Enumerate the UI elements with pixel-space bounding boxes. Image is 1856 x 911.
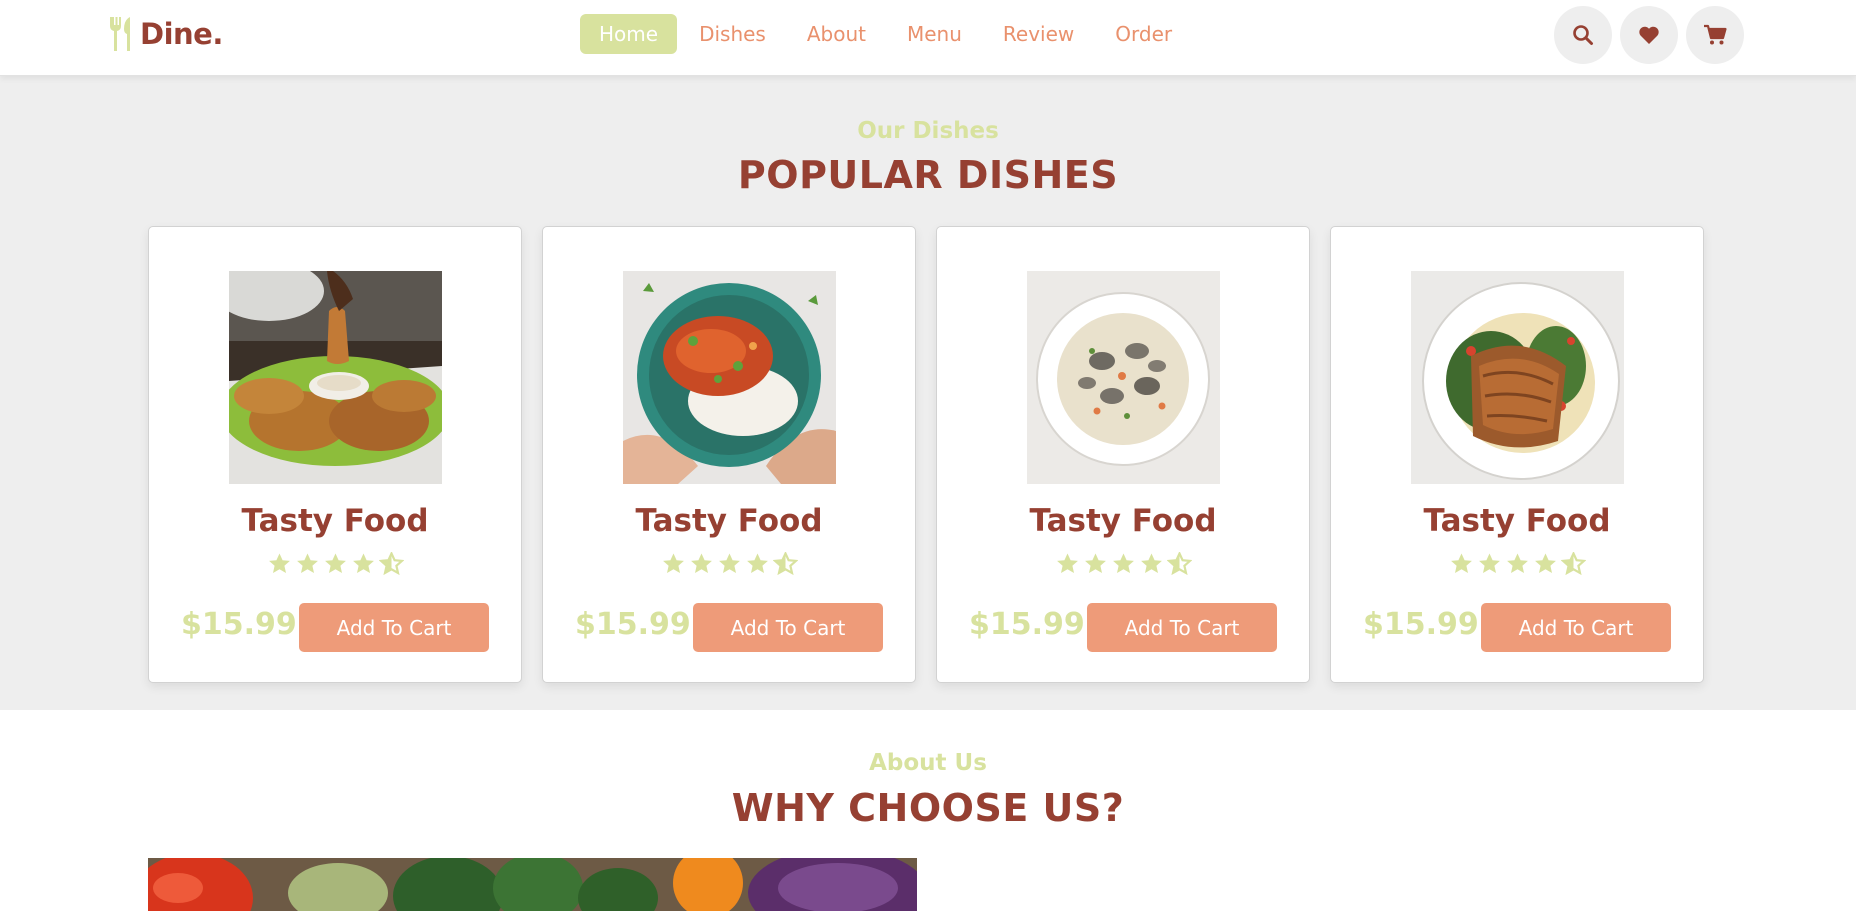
star-icon [690, 553, 712, 573]
clam-chowder-image [1027, 271, 1220, 484]
section-title: POPULAR DISHES [737, 153, 1119, 197]
dish-price: $15.99 [181, 607, 297, 642]
main-nav: Home Dishes About Menu Review Order [580, 14, 1194, 54]
seared-salmon-image [1411, 271, 1624, 484]
star-icon [268, 553, 290, 573]
add-to-cart-button[interactable]: Add To Cart [1087, 603, 1277, 652]
nav-item-home[interactable]: Home [580, 14, 678, 54]
search-icon [1573, 25, 1593, 45]
add-to-cart-button[interactable]: Add To Cart [693, 603, 883, 652]
star-icon [1534, 553, 1556, 573]
vegetables-image [148, 858, 917, 911]
star-icon [324, 553, 346, 573]
star-icon [1084, 553, 1106, 573]
logo-text: Dine. [140, 17, 223, 51]
nav-item-review[interactable]: Review [984, 14, 1093, 54]
logo[interactable]: Dine. [108, 16, 223, 52]
star-icon [1056, 553, 1078, 573]
section-subtitle: Our Dishes [857, 118, 999, 144]
dish-card: Tasty Food $15.99 Add To Cart [1330, 226, 1704, 683]
star-half-icon [772, 552, 798, 576]
nav-item-order[interactable]: Order [1096, 14, 1191, 54]
dish-name: Tasty Food [241, 503, 429, 539]
star-half-icon [1560, 552, 1586, 576]
add-to-cart-button[interactable]: Add To Cart [1481, 603, 1671, 652]
nav-item-about[interactable]: About [788, 14, 885, 54]
star-icon [352, 553, 374, 573]
rating-stars [1331, 552, 1703, 576]
dish-price: $15.99 [1363, 607, 1479, 642]
popular-dishes-section: Our Dishes POPULAR DISHES Tasty Food $15… [0, 76, 1856, 710]
rating-stars [937, 552, 1309, 576]
nav-item-dishes[interactable]: Dishes [680, 14, 785, 54]
star-icon [662, 553, 684, 573]
chicken-rice-bowl-image [623, 271, 836, 484]
wishlist-button[interactable] [1620, 6, 1678, 64]
dish-card: Tasty Food $15.99 Add To Cart [542, 226, 916, 683]
site-header: Dine. Home Dishes About Menu Review Orde… [0, 0, 1856, 76]
rating-stars [149, 552, 521, 576]
fork-knife-icon [110, 17, 130, 51]
nav-item-menu[interactable]: Menu [888, 14, 981, 54]
star-icon [718, 553, 740, 573]
header-icons [1554, 6, 1752, 64]
section-subtitle: About Us [869, 750, 987, 776]
star-icon [296, 553, 318, 573]
dish-name: Tasty Food [1029, 503, 1217, 539]
dish-price: $15.99 [575, 607, 691, 642]
star-icon [1506, 553, 1528, 573]
star-icon [1450, 553, 1472, 573]
rating-stars [543, 552, 915, 576]
dish-name: Tasty Food [1423, 503, 1611, 539]
add-to-cart-button[interactable]: Add To Cart [299, 603, 489, 652]
star-icon [1140, 553, 1162, 573]
cart-button[interactable] [1686, 6, 1744, 64]
section-title: WHY CHOOSE US? [731, 786, 1125, 830]
search-button[interactable] [1554, 6, 1612, 64]
about-section: About Us WHY CHOOSE US? [0, 710, 1856, 911]
cart-icon [1704, 24, 1727, 45]
heart-icon [1639, 26, 1659, 44]
star-icon [1478, 553, 1500, 573]
fried-chicken-tenders-image [229, 271, 442, 484]
dish-card: Tasty Food $15.99 Add To Cart [148, 226, 522, 683]
star-icon [1112, 553, 1134, 573]
star-half-icon [378, 552, 404, 576]
star-icon [746, 553, 768, 573]
dish-card: Tasty Food $15.99 Add To Cart [936, 226, 1310, 683]
dish-price: $15.99 [969, 607, 1085, 642]
dish-name: Tasty Food [635, 503, 823, 539]
star-half-icon [1166, 552, 1192, 576]
